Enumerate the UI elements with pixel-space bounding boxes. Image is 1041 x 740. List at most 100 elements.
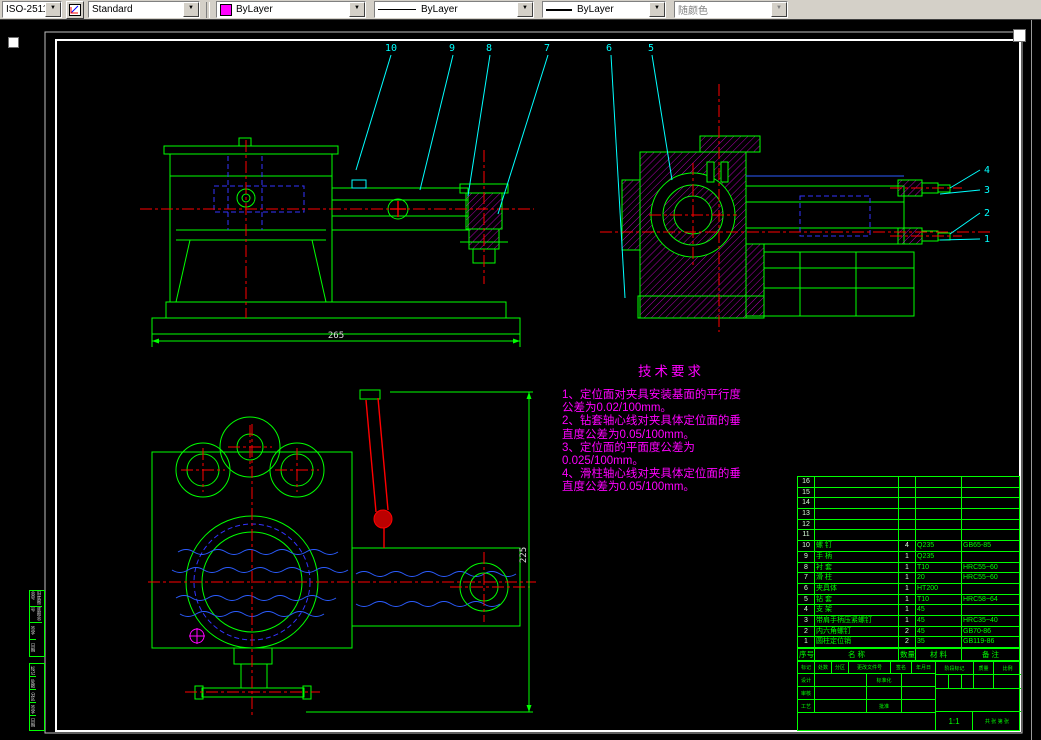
part-material bbox=[916, 530, 962, 541]
linetype-preview bbox=[378, 9, 416, 10]
part-num: 15 bbox=[798, 487, 815, 498]
chevron-down-icon[interactable]: ▼ bbox=[649, 2, 665, 17]
color-swatch bbox=[220, 3, 232, 16]
part-note: HRC55~60 bbox=[963, 563, 998, 571]
title-cell: 年月日 bbox=[912, 662, 936, 674]
tech-requirement-line: 3、定位面的平面度公差为 bbox=[562, 441, 695, 454]
dim-265: 265 bbox=[328, 331, 344, 341]
toolbar-separator bbox=[206, 1, 210, 18]
margin-cell: 签字 bbox=[30, 703, 36, 717]
parts-row: 11 bbox=[798, 530, 1019, 542]
part-name: 支 架 bbox=[815, 605, 899, 615]
textstyle-combo[interactable]: Standard ▼ bbox=[88, 1, 200, 18]
part-qty bbox=[899, 498, 916, 509]
part-material bbox=[916, 477, 962, 487]
title-cell bbox=[867, 687, 902, 700]
color-value: ByLayer bbox=[236, 4, 273, 15]
margin-block-upper: 旧底图总号 底图总号 签字 日期 bbox=[29, 590, 45, 657]
part-qty bbox=[899, 519, 916, 530]
part-qty bbox=[899, 487, 916, 498]
part-name bbox=[815, 530, 899, 541]
ui-handle-square-right[interactable] bbox=[1013, 29, 1026, 42]
title-cell-design: 设计 bbox=[798, 674, 815, 687]
title-cell-approve: 批准 bbox=[867, 700, 902, 713]
parts-rows: 16 15 14 13 12 11 10 螺 钉 4 Q235 GB65-85 … bbox=[798, 477, 1019, 648]
tech-requirement-line: 公差为0.02/100mm。 bbox=[562, 402, 672, 415]
part-num: 2 bbox=[798, 626, 815, 637]
cad-app-window: ISO-25111 ▼ Standard ▼ ByLayer ▼ ByLayer… bbox=[0, 0, 1041, 740]
part-name: 螺 钉 bbox=[815, 541, 899, 551]
title-cell bbox=[936, 675, 949, 689]
datum-symbol bbox=[189, 628, 205, 644]
linetype-combo[interactable]: ByLayer ▼ bbox=[374, 1, 534, 18]
parts-row: 13 bbox=[798, 509, 1019, 520]
part-name: 夹具体 bbox=[815, 583, 899, 594]
title-cell-process: 工艺 bbox=[798, 700, 815, 713]
part-num: 6 bbox=[798, 583, 815, 594]
part-qty: 2 bbox=[899, 626, 916, 637]
linetype-value: ByLayer bbox=[421, 4, 458, 15]
sheets-total: 共 张 bbox=[984, 718, 997, 725]
part-num: 13 bbox=[798, 509, 815, 519]
section-view: 6 5 4 3 2 1 bbox=[600, 43, 992, 332]
part-note: GB65-85 bbox=[963, 542, 992, 550]
part-note bbox=[962, 498, 1019, 508]
plotstyle-value: 随颜色 bbox=[678, 6, 708, 17]
part-qty: 2 bbox=[899, 637, 916, 647]
drawing-canvas[interactable]: 10 9 8 7 265 6 5 4 3 2 1 225 技术要求 1、定位面对… bbox=[0, 20, 1041, 740]
balloon-8: 8 bbox=[486, 43, 492, 54]
title-cell bbox=[949, 675, 962, 689]
dimstyle-combo[interactable]: ISO-25111 ▼ bbox=[2, 1, 62, 18]
title-cell bbox=[815, 700, 867, 713]
plotstyle-combo: 随颜色 ▼ bbox=[674, 1, 788, 18]
title-cell-scale-value: 1:1 bbox=[936, 712, 973, 730]
dimstyle-value: ISO-25111 bbox=[6, 4, 45, 15]
title-cell-check: 审核 bbox=[798, 687, 815, 700]
parts-row: 5 钻 套 1 T10 HRC58~64 bbox=[798, 594, 1019, 606]
color-combo[interactable]: ByLayer ▼ bbox=[216, 1, 366, 18]
balloon-9: 9 bbox=[449, 43, 455, 54]
dimstyle-dialog-button[interactable] bbox=[66, 0, 84, 19]
title-cell: 处数 bbox=[815, 662, 832, 674]
right-edge-divider bbox=[1031, 20, 1032, 740]
title-cell-sheets: 共 张 第 张 bbox=[973, 712, 1021, 730]
header-name: 名 称 bbox=[815, 649, 899, 660]
header-note: 备 注 bbox=[981, 650, 1000, 659]
side-view-dimension: 265 bbox=[151, 331, 521, 347]
chevron-down-icon[interactable]: ▼ bbox=[517, 2, 533, 17]
title-cell bbox=[994, 675, 1021, 689]
chevron-down-icon[interactable]: ▼ bbox=[349, 2, 365, 17]
tech-requirements-title: 技术要求 bbox=[638, 364, 704, 379]
part-note bbox=[962, 488, 1019, 498]
tech-requirement-line: 4、滑柱轴心线对夹具体定位面的垂 bbox=[562, 468, 741, 481]
part-qty: 1 bbox=[899, 605, 916, 615]
part-num: 10 bbox=[798, 541, 815, 551]
margin-cell: 旧底图总号 bbox=[30, 591, 42, 608]
part-note bbox=[962, 530, 1019, 540]
lineweight-combo[interactable]: ByLayer ▼ bbox=[542, 1, 666, 18]
ui-handle-square-left[interactable] bbox=[8, 37, 19, 48]
part-note: HRC58~64 bbox=[963, 595, 998, 603]
tech-requirement-line: 1、定位面对夹具安装基面的平行度 bbox=[562, 389, 741, 401]
part-material: HT200 bbox=[916, 583, 962, 594]
side-view: 10 9 8 7 265 bbox=[140, 43, 550, 347]
title-cell: 标记 bbox=[798, 662, 815, 674]
title-cell-mass: 质量 bbox=[974, 662, 994, 675]
tech-requirements-lines: 1、定位面对夹具安装基面的平行度 公差为0.02/100mm。 2、钻套轴心线对… bbox=[562, 389, 780, 495]
part-note: GB119-86 bbox=[963, 638, 995, 646]
part-note: HRC35~40 bbox=[963, 616, 998, 624]
parts-header-row: 序号 名 称 数量 材 料 备 注 bbox=[798, 648, 1019, 660]
margin-cell: 标记 bbox=[30, 664, 36, 678]
chevron-down-icon[interactable]: ▼ bbox=[45, 2, 61, 17]
part-name: 滑 柱 bbox=[815, 573, 899, 583]
part-material bbox=[916, 509, 962, 519]
title-cell bbox=[902, 700, 936, 713]
parts-row: 10 螺 钉 4 Q235 GB65-85 bbox=[798, 541, 1019, 552]
parts-row: 16 bbox=[798, 477, 1019, 488]
margin-cell: 底图总号 bbox=[30, 607, 42, 624]
chevron-down-icon[interactable]: ▼ bbox=[183, 2, 199, 17]
parts-row: 3 带肩手柄压紧螺钉 1 45 HRC35~40 bbox=[798, 615, 1019, 627]
front-view: 225 bbox=[148, 389, 536, 716]
title-block: 标记 处数 分区 更改文件号 签名 年月日 设计 标准化 审核 工艺 批准 阶段… bbox=[797, 661, 1021, 731]
title-cell bbox=[974, 675, 994, 689]
